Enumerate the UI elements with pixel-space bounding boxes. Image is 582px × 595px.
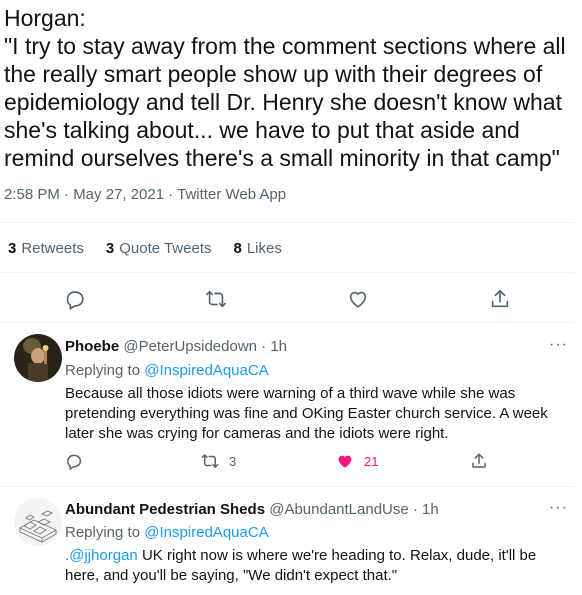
user-handle[interactable]: @PeterUpsidedown · 1h (123, 338, 287, 355)
replying-to-link[interactable]: @InspiredAquaCA (144, 362, 268, 379)
likes-stat[interactable]: 8 Likes (234, 240, 282, 257)
replying-to-link[interactable]: @InspiredAquaCA (144, 524, 268, 541)
tweet-stats: 3 Retweets 3 Quote Tweets 8 Likes (8, 240, 282, 257)
share-icon[interactable] (488, 287, 512, 311)
like-count: 21 (364, 453, 379, 469)
share-icon[interactable] (470, 452, 488, 470)
reply-action-bar: 3 21 (65, 452, 505, 472)
avatar[interactable] (14, 334, 62, 382)
divider (0, 272, 574, 273)
more-icon[interactable]: ··· (549, 499, 568, 517)
reply-header: Abundant Pedestrian Sheds @AbundantLandU… (65, 501, 439, 518)
replying-to: Replying to @InspiredAquaCA (65, 362, 269, 379)
reply-icon[interactable] (65, 452, 83, 470)
quote-tweets-stat[interactable]: 3 Quote Tweets (106, 240, 212, 257)
reply-tweet[interactable]: Phoebe @PeterUpsidedown · 1h ··· Replyin… (0, 322, 582, 486)
replying-to-label: Replying to (65, 362, 141, 379)
reply-text: .@jjhorgan UK right now is where we're h… (65, 546, 570, 586)
like-icon[interactable] (346, 287, 370, 311)
reply-icon[interactable] (63, 287, 87, 311)
display-name[interactable]: Phoebe (65, 338, 119, 355)
reply-header: Phoebe @PeterUpsidedown · 1h (65, 338, 287, 355)
retweet-count: 3 (229, 453, 237, 469)
retweets-stat[interactable]: 3 Retweets (8, 240, 84, 257)
like-icon (338, 455, 352, 468)
like-button[interactable]: 21 (336, 452, 378, 470)
retweets-label: Retweets (21, 240, 84, 257)
more-icon[interactable]: ··· (549, 336, 568, 354)
reply-tweet[interactable]: Abundant Pedestrian Sheds @AbundantLandU… (0, 486, 582, 595)
retweets-count: 3 (8, 240, 17, 257)
tweet-text: Horgan: "I try to stay away from the com… (4, 5, 566, 171)
replying-to: Replying to @InspiredAquaCA (65, 524, 269, 541)
tweet-timestamp[interactable]: 2:58 PM · May 27, 2021 · Twitter Web App (4, 186, 286, 203)
user-handle[interactable]: @AbundantLandUse · 1h (269, 501, 439, 518)
reply-text: Because all those idiots were warning of… (65, 385, 548, 442)
tweet-action-bar (0, 284, 574, 314)
retweet-button[interactable]: 3 (201, 452, 236, 470)
divider (0, 222, 574, 223)
avatar[interactable] (14, 498, 62, 546)
display-name[interactable]: Abundant Pedestrian Sheds (65, 501, 265, 518)
quote-tweets-count: 3 (105, 240, 115, 257)
mention-link[interactable]: .@jjhorgan (65, 547, 138, 564)
retweet-icon[interactable] (204, 287, 228, 311)
likes-label: Likes (246, 240, 282, 257)
replying-to-label: Replying to (65, 524, 141, 541)
likes-count: 8 (233, 240, 242, 257)
quote-tweets-label: Quote Tweets (119, 240, 212, 257)
retweet-icon (201, 454, 219, 468)
